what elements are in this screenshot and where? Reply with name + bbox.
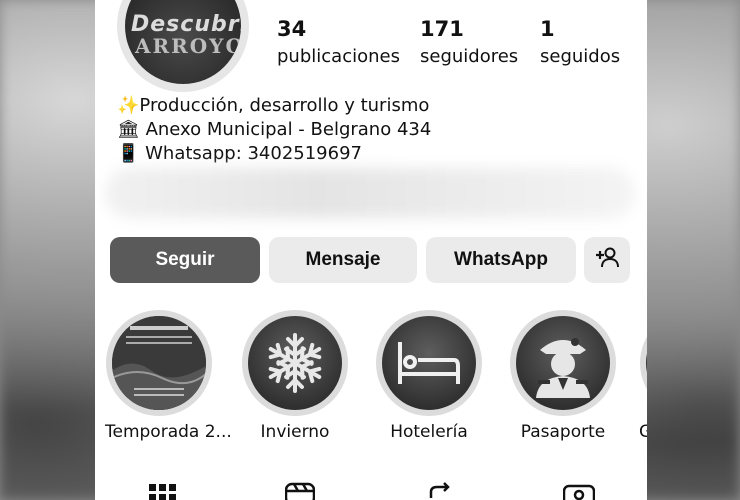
highlight-pasaporte[interactable]: Pasaporte — [509, 310, 617, 442]
stat-followers-value: 171 — [420, 17, 464, 41]
stat-following[interactable]: 1 seguidos — [540, 14, 620, 70]
stat-following-label: seguidos — [540, 46, 621, 67]
profile-screen: Descubrí ARROYO 34 publicaciones 171 seg… — [95, 0, 647, 500]
stat-followers-label: seguidores — [420, 46, 519, 67]
follow-button[interactable]: Seguir — [110, 237, 260, 283]
bed-icon — [382, 316, 476, 410]
stat-posts[interactable]: 34 publicaciones — [277, 14, 400, 70]
highlight-ring — [106, 310, 212, 416]
stat-posts-label: publicaciones — [277, 46, 400, 67]
highlight-partial[interactable]: G — [639, 310, 647, 442]
profile-bio: ✨Producción, desarrollo y turismo 🏛 Anex… — [117, 94, 431, 166]
highlight-invierno[interactable]: Invierno — [241, 310, 349, 442]
highlight-label: Hotelería — [390, 422, 468, 442]
stat-following-value: 1 — [540, 17, 555, 41]
poster-icon — [112, 316, 206, 410]
highlight-ring — [640, 310, 647, 416]
suggest-people-button[interactable] — [584, 237, 630, 283]
highlight-ring — [242, 310, 348, 416]
blurred-link — [105, 168, 635, 218]
highlight-ring — [510, 310, 616, 416]
add-person-icon — [594, 246, 620, 274]
profile-avatar[interactable]: Descubrí ARROYO — [117, 0, 249, 92]
bio-line-1: ✨Producción, desarrollo y turismo — [117, 95, 430, 116]
highlight-temporada[interactable]: Temporada 2... — [105, 310, 232, 442]
bio-line-3: 📱 Whatsapp: 3402519697 — [117, 143, 362, 164]
reels-tab-icon[interactable] — [284, 482, 316, 500]
stat-followers[interactable]: 171 seguidores — [420, 14, 518, 70]
bio-line-2: 🏛 Anexo Municipal - Belgrano 434 — [117, 119, 432, 140]
highlight-label: Pasaporte — [520, 422, 606, 442]
highlight-hoteleria[interactable]: Hotelería — [375, 310, 483, 442]
highlight-ring — [376, 310, 482, 416]
grid-tab-icon[interactable] — [149, 482, 177, 500]
highlight-icon — [646, 316, 647, 410]
highlight-label: Invierno — [260, 422, 330, 442]
message-button[interactable]: Mensaje — [269, 237, 417, 283]
tagged-tab-icon[interactable] — [562, 482, 596, 500]
highlight-label: Temporada 2... — [105, 422, 232, 442]
whatsapp-button[interactable]: WhatsApp — [426, 237, 576, 283]
stat-posts-value: 34 — [277, 17, 307, 41]
avatar-image: Descubrí ARROYO — [125, 0, 241, 84]
reposts-tab-icon[interactable] — [425, 482, 455, 500]
snowflake-icon — [248, 316, 342, 410]
general-portrait-icon — [516, 316, 610, 410]
highlight-label: G — [639, 422, 647, 442]
avatar-logo-subtext: ARROYO — [135, 34, 241, 58]
